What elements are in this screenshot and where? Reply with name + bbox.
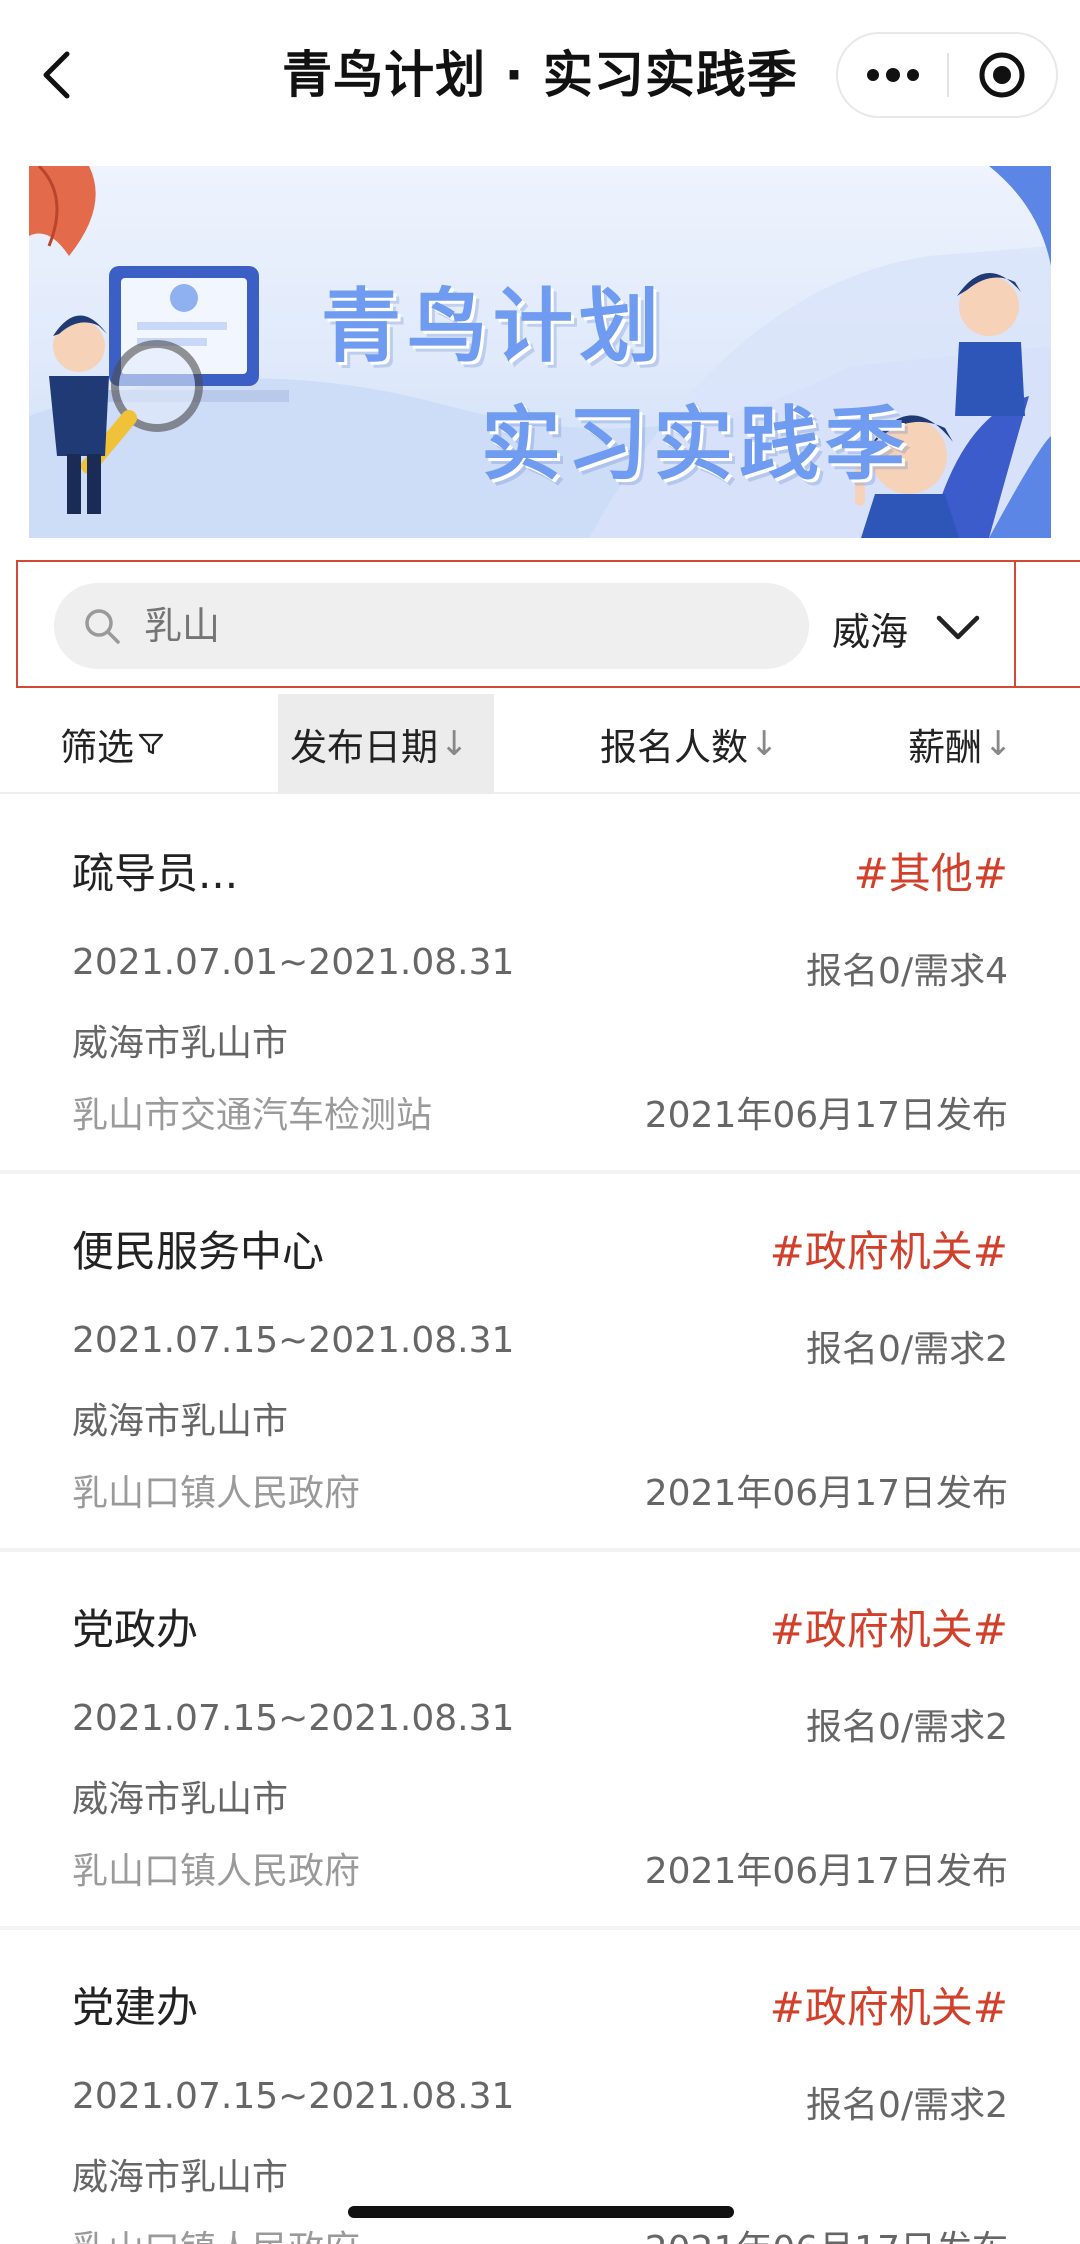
filter-funnel-icon — [138, 733, 164, 755]
search-highlight-frame-top-ext — [1016, 560, 1080, 562]
job-signup-quota: 报名0/需求2 — [806, 2085, 1008, 2126]
job-region: 威海市乳山市 — [72, 1779, 289, 1820]
job-list: 疏导员... #其他# 2021.07.01~2021.08.31 报名0/需求… — [0, 796, 1080, 2244]
job-category-tag: #政府机关# — [769, 1983, 1008, 2032]
banner-title-line2: 实习实践季 — [481, 398, 911, 491]
job-date-range: 2021.07.15~2021.08.31 — [72, 1698, 515, 1739]
sort-salary-label: 薪酬 — [908, 726, 982, 769]
job-signup-quota: 报名0/需求2 — [806, 1329, 1008, 1370]
sort-publish-date[interactable]: 发布日期 ↓ — [278, 694, 494, 794]
search-highlight-frame-bottom-ext — [1016, 686, 1080, 688]
search-input[interactable] — [144, 604, 744, 648]
job-publish-date: 2021年06月17日发布 — [644, 1851, 1008, 1892]
sort-arrow-icon: ↓ — [984, 724, 1013, 764]
sort-publish-date-label: 发布日期 — [290, 726, 438, 769]
filter-label: 筛选 — [60, 726, 134, 769]
job-category-tag: #政府机关# — [769, 1605, 1008, 1654]
job-region: 威海市乳山市 — [72, 1023, 289, 1064]
job-title: 疏导员... — [72, 849, 239, 898]
close-button[interactable] — [949, 34, 1056, 116]
job-category-tag: #政府机关# — [769, 1227, 1008, 1276]
job-organization: 乳山口镇人民政府 — [72, 1851, 361, 1892]
filter-button[interactable]: 筛选 — [60, 694, 180, 794]
job-title: 党建办 — [72, 1983, 199, 2032]
job-date-range: 2021.07.15~2021.08.31 — [72, 1320, 515, 1361]
job-publish-date: 2021年06月17日发布 — [644, 1095, 1008, 1136]
more-dots-icon — [866, 68, 919, 82]
search-icon — [82, 606, 122, 646]
job-region: 威海市乳山市 — [72, 2157, 289, 2198]
home-indicator[interactable] — [348, 2206, 734, 2218]
mini-program-capsule — [836, 32, 1058, 118]
job-category-tag: #其他# — [853, 849, 1008, 898]
sort-salary[interactable]: 薪酬 ↓ — [908, 694, 1038, 794]
job-signup-quota: 报名0/需求2 — [806, 1707, 1008, 1748]
job-signup-quota: 报名0/需求4 — [806, 951, 1008, 992]
job-card[interactable]: 便民服务中心 #政府机关# 2021.07.15~2021.08.31 报名0/… — [0, 1174, 1080, 1552]
job-card[interactable]: 党政办 #政府机关# 2021.07.15~2021.08.31 报名0/需求2… — [0, 1552, 1080, 1930]
job-organization: 乳山口镇人民政府 — [72, 2220, 360, 2244]
job-region: 威海市乳山市 — [72, 1401, 289, 1442]
city-select[interactable]: 威海 — [832, 590, 982, 666]
more-button[interactable] — [838, 34, 947, 116]
sort-signup-count[interactable]: 报名人数 ↓ — [600, 694, 800, 794]
promo-banner[interactable]: 青鸟计划 实习实践季 — [29, 166, 1051, 538]
sort-arrow-icon: ↓ — [750, 724, 779, 764]
job-publish-date: 2021年06月17日发布 — [645, 2220, 1008, 2244]
city-label: 威海 — [832, 609, 909, 654]
job-card[interactable]: 党建办 #政府机关# 2021.07.15~2021.08.31 报名0/需求2… — [0, 1930, 1080, 2244]
sort-arrow-icon: ↓ — [440, 724, 469, 764]
sort-signup-count-label: 报名人数 — [600, 726, 748, 769]
job-date-range: 2021.07.01~2021.08.31 — [72, 942, 515, 983]
chevron-down-icon — [934, 608, 982, 648]
job-organization: 乳山口镇人民政府 — [72, 1473, 361, 1514]
nav-header: 青鸟计划 · 实习实践季 — [0, 0, 1080, 150]
job-title: 党政办 — [72, 1605, 199, 1654]
job-card[interactable]: 疏导员... #其他# 2021.07.01~2021.08.31 报名0/需求… — [0, 796, 1080, 1174]
job-title: 便民服务中心 — [72, 1227, 325, 1276]
sort-bar: 筛选 发布日期 ↓ 报名人数 ↓ 薪酬 ↓ — [0, 694, 1080, 794]
job-organization: 乳山市交通汽车检测站 — [72, 1095, 433, 1136]
job-publish-date: 2021年06月17日发布 — [644, 1473, 1008, 1514]
job-date-range: 2021.07.15~2021.08.31 — [72, 2076, 515, 2117]
target-circle-icon — [979, 52, 1025, 98]
banner-title-line1: 青鸟计划 — [321, 280, 665, 373]
search-bar[interactable] — [54, 583, 809, 669]
